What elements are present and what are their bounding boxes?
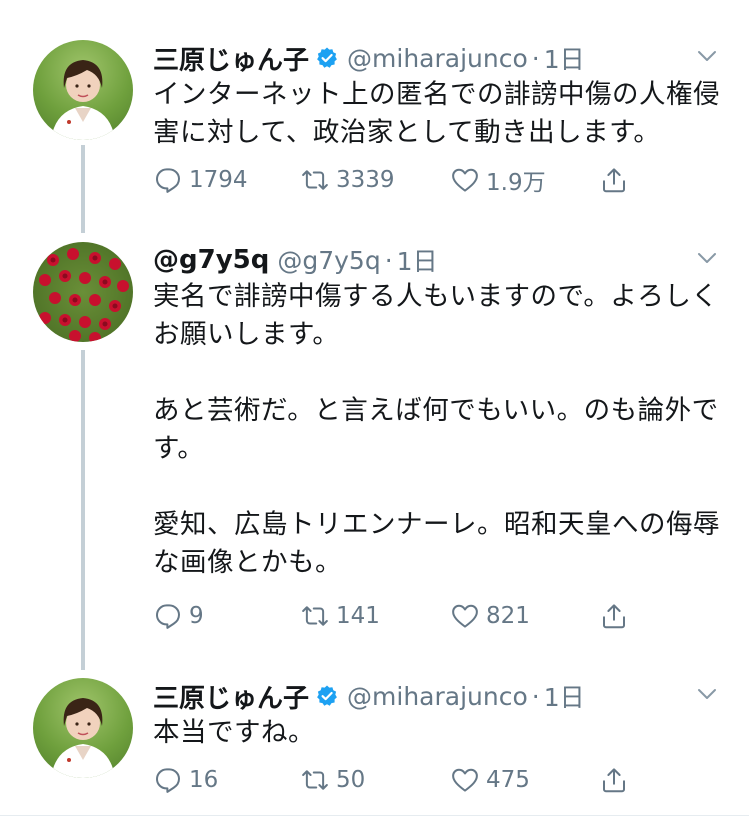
retweet-icon bbox=[302, 170, 328, 190]
tweet-header: 三原じゅん子 @miharajunco · 1日 bbox=[153, 36, 585, 80]
verified-badge-icon bbox=[317, 685, 337, 706]
chevron-down-icon[interactable] bbox=[695, 44, 719, 68]
retweet-icon bbox=[302, 770, 328, 790]
reply-count: 16 bbox=[189, 767, 219, 793]
timestamp[interactable]: 1日 bbox=[397, 242, 438, 278]
reply-count: 1794 bbox=[189, 167, 248, 193]
timestamp[interactable]: 1日 bbox=[544, 678, 585, 714]
like-button[interactable]: 475 bbox=[450, 760, 530, 800]
reply-button[interactable]: 9 bbox=[153, 596, 204, 636]
handle[interactable]: @miharajunco bbox=[347, 682, 528, 711]
tweet-text: 実名で誹謗中傷する人もいますので。よろしくお願いします。 あと芸術だ。と言えば何… bbox=[153, 281, 720, 578]
display-name[interactable]: 三原じゅん子 bbox=[153, 40, 309, 77]
tweet[interactable]: 三原じゅん子 @miharajunco · 1日 インターネット上の匿名での誹謗… bbox=[0, 30, 749, 230]
like-count: 821 bbox=[486, 603, 530, 629]
retweet-count: 50 bbox=[336, 767, 366, 793]
retweet-button[interactable]: 50 bbox=[300, 760, 365, 800]
retweet-count: 141 bbox=[336, 603, 380, 629]
share-icon bbox=[603, 168, 625, 193]
retweet-button[interactable]: 141 bbox=[300, 596, 380, 636]
like-count: 1.9万 bbox=[486, 170, 546, 196]
tweet-actions: 9 141 821 bbox=[153, 596, 653, 636]
avatar[interactable] bbox=[33, 40, 133, 140]
heart-icon bbox=[452, 168, 478, 192]
tweet-actions: 1794 3339 1.9万 bbox=[153, 160, 653, 200]
reply-button[interactable]: 1794 bbox=[153, 160, 248, 200]
retweet-count: 3339 bbox=[336, 167, 395, 193]
avatar[interactable] bbox=[33, 242, 133, 342]
verified-badge-icon bbox=[317, 47, 337, 68]
tweet-text: インターネット上の匿名での誹謗中傷の人権侵害に対して、政治家として動き出します。 bbox=[153, 79, 720, 148]
avatar[interactable] bbox=[33, 678, 133, 778]
roses-avatar-icon bbox=[39, 248, 129, 342]
chevron-down-icon[interactable] bbox=[695, 246, 719, 270]
person-avatar-icon bbox=[51, 698, 115, 778]
separator: · bbox=[384, 245, 393, 275]
like-button[interactable]: 821 bbox=[450, 596, 530, 636]
person-avatar-icon bbox=[51, 60, 115, 140]
tweet-text: 本当ですね。 bbox=[153, 717, 315, 748]
display-name[interactable]: 三原じゅん子 bbox=[153, 678, 309, 715]
retweet-icon bbox=[302, 606, 328, 626]
reply-count: 9 bbox=[189, 603, 204, 629]
separator: · bbox=[531, 43, 540, 73]
tweet-header: 三原じゅん子 @miharajunco · 1日 bbox=[153, 674, 585, 718]
share-button[interactable] bbox=[599, 160, 629, 200]
chevron-down-icon[interactable] bbox=[695, 682, 719, 706]
reply-icon bbox=[156, 604, 180, 629]
retweet-button[interactable]: 3339 bbox=[300, 160, 395, 200]
handle[interactable]: @miharajunco bbox=[347, 44, 528, 73]
reply-icon bbox=[156, 768, 180, 793]
reply-button[interactable]: 16 bbox=[153, 760, 218, 800]
handle[interactable]: @g7y5q bbox=[277, 246, 380, 275]
display-name[interactable]: @g7y5q bbox=[153, 245, 269, 275]
share-button[interactable] bbox=[599, 760, 629, 800]
separator: · bbox=[531, 681, 540, 711]
tweet-header: @g7y5q @g7y5q · 1日 bbox=[153, 238, 438, 282]
heart-icon bbox=[452, 768, 478, 792]
like-button[interactable]: 1.9万 bbox=[450, 160, 546, 200]
tweet-actions: 16 50 475 bbox=[153, 760, 653, 800]
bottom-divider bbox=[0, 815, 749, 816]
share-button[interactable] bbox=[599, 596, 629, 636]
share-icon bbox=[603, 768, 625, 793]
share-icon bbox=[603, 604, 625, 629]
like-count: 475 bbox=[486, 767, 530, 793]
timestamp[interactable]: 1日 bbox=[544, 40, 585, 76]
reply-icon bbox=[156, 168, 180, 193]
heart-icon bbox=[452, 604, 478, 628]
tweet[interactable]: 三原じゅん子 @miharajunco · 1日 本当ですね。 16 50 47… bbox=[0, 668, 749, 808]
tweet[interactable]: @g7y5q @g7y5q · 1日 実名で誹謗中傷する人もいますので。よろしく… bbox=[0, 232, 749, 662]
